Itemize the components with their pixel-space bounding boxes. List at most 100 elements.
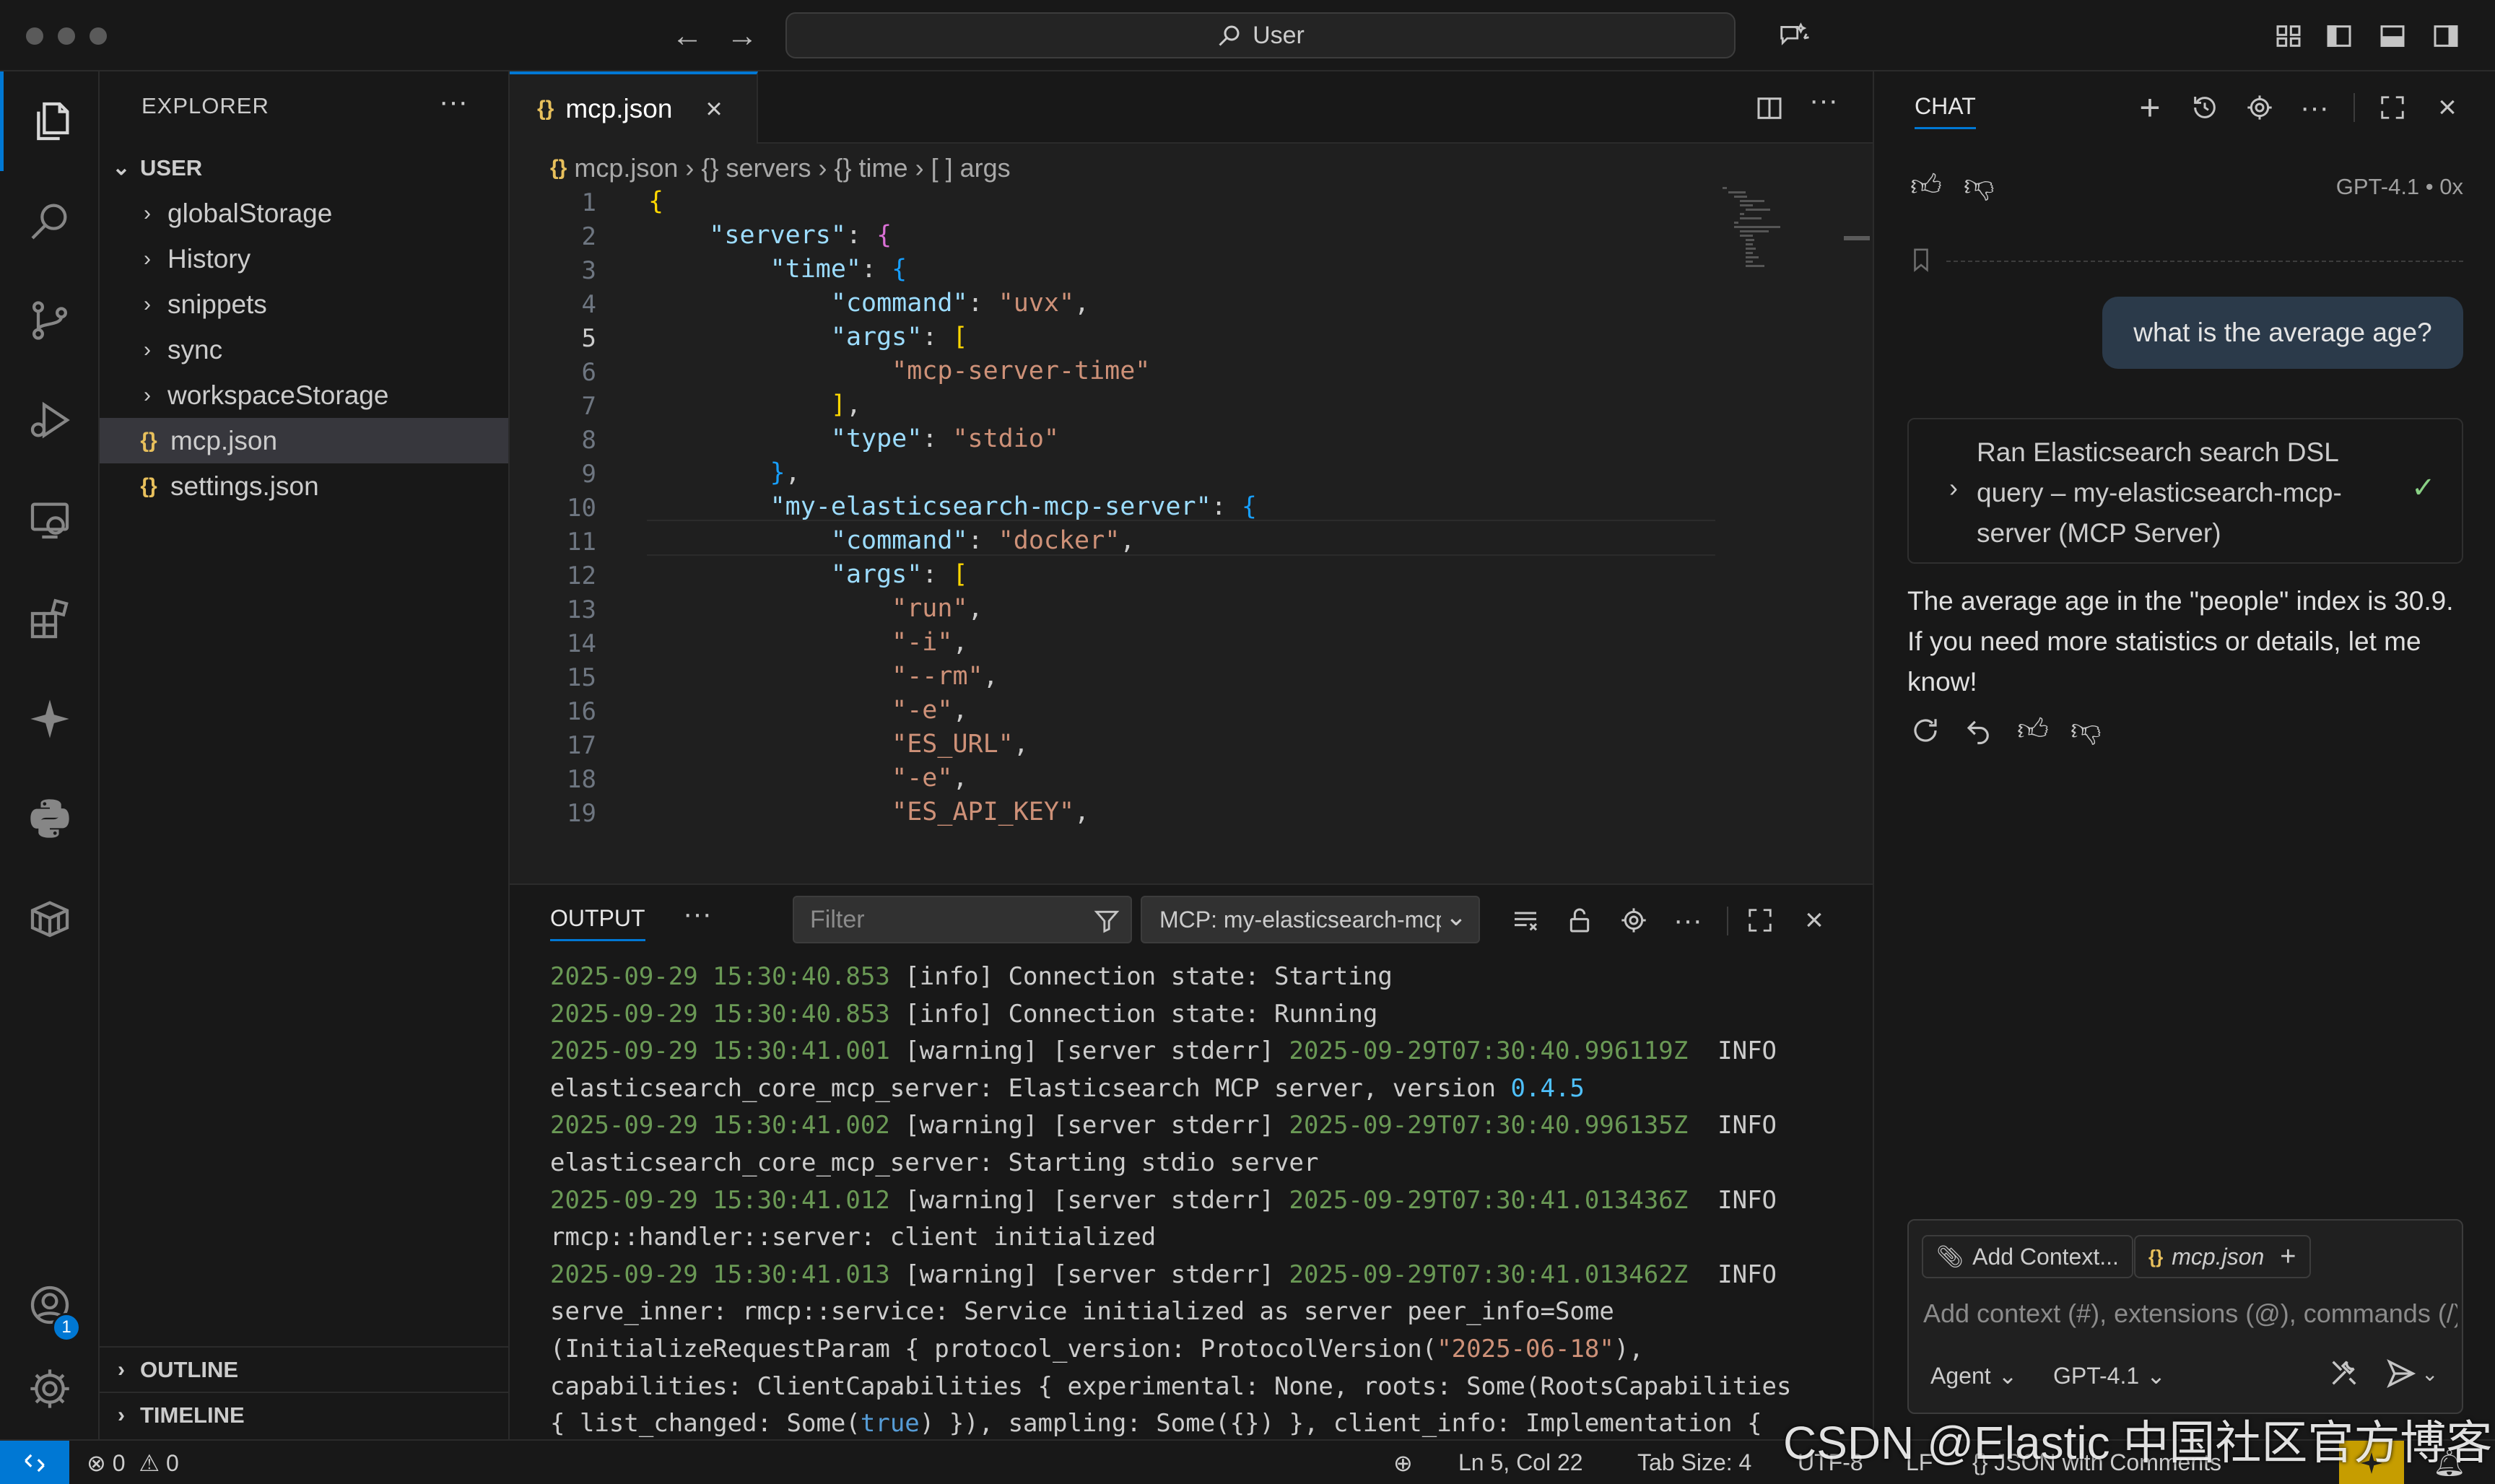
minimap-line [1746, 256, 1759, 258]
thumbs-down-icon[interactable]: 👎︎ [2071, 712, 2102, 748]
timeline-section[interactable]: › TIMELINE [100, 1392, 508, 1437]
source-control-icon[interactable] [0, 271, 100, 370]
editor-tab-mcp-json[interactable]: {} mcp.json × [510, 71, 758, 144]
tree-item-label: sync [167, 334, 223, 365]
maximize-panel-icon[interactable] [1741, 901, 1780, 940]
tree-item-folder[interactable]: › snippets [100, 281, 508, 327]
chat-input-box[interactable]: 📎︎ Add Context... {} mcp.json + Add cont… [1907, 1219, 2463, 1414]
chat-input-field[interactable]: Add context (#), extensions (@), command… [1923, 1298, 2457, 1329]
tree-root-user[interactable]: ⌄ USER [100, 145, 508, 191]
close-icon[interactable]: × [1795, 901, 1834, 940]
clear-output-icon[interactable] [1506, 901, 1545, 940]
add-context-button[interactable]: 📎︎ Add Context... [1922, 1235, 2133, 1278]
activity-bar: 1 [0, 71, 100, 1439]
forward-arrow-icon[interactable]: → [720, 14, 764, 58]
code-line: ], [830, 390, 862, 419]
window-minimize-button[interactable] [58, 27, 75, 45]
output-channel-select[interactable]: MCP: my-elasticsearch-mcp-server ⌄ [1141, 896, 1480, 943]
code-editor[interactable]: 1 2 3 4 5 6 7 8 9 10 11 12 13 14 15 16 17 18 19 { "servers… [510, 187, 1873, 880]
chevron-right-icon: › [144, 383, 151, 407]
python-icon[interactable] [0, 769, 100, 868]
tree-item-folder[interactable]: › sync [100, 327, 508, 372]
chat-title[interactable]: CHAT [1915, 93, 1976, 129]
breadcrumb-item[interactable]: mcp.json [574, 153, 678, 183]
filter-icon[interactable] [1093, 907, 1120, 935]
plus-icon[interactable]: + [2280, 1241, 2296, 1273]
thumbs-up-icon[interactable]: 👍︎ [1910, 168, 1942, 204]
tree-item-file[interactable]: {} settings.json [100, 463, 508, 509]
minimap[interactable] [1723, 187, 1867, 360]
chevron-right-icon: › [144, 201, 151, 225]
gear-icon[interactable] [2239, 87, 2280, 128]
output-panel: OUTPUT ··· Filter MCP: my-elasticsearch-… [510, 883, 1873, 1439]
layout-customize-icon[interactable] [2268, 16, 2309, 56]
context-file-chip[interactable]: {} mcp.json + [2134, 1235, 2311, 1278]
line-number: 15 [567, 663, 596, 692]
editor-scrollbar[interactable] [1844, 236, 1870, 240]
code-line: "type": "stdio" [830, 424, 1059, 453]
tab-size[interactable]: Tab Size: 4 [1637, 1449, 1751, 1476]
problems-indicator[interactable]: ⊗ 0 ⚠ 0 [87, 1449, 179, 1477]
history-icon[interactable] [2185, 87, 2225, 128]
thumbs-up-icon[interactable]: 👍︎ [2017, 712, 2049, 748]
more-icon[interactable]: ··· [1668, 901, 1707, 940]
tree-item-label: globalStorage [167, 198, 333, 228]
window-close-button[interactable] [26, 27, 43, 45]
run-debug-icon[interactable] [0, 370, 100, 470]
toggle-primary-sidebar-icon[interactable] [2319, 16, 2359, 56]
tree-item-file[interactable]: {} mcp.json [100, 418, 508, 463]
maximize-icon[interactable] [2372, 87, 2413, 128]
undo-icon[interactable] [1964, 715, 1994, 749]
model-picker[interactable]: GPT-4.1 ⌄ [2053, 1362, 2166, 1389]
remote-explorer-icon[interactable] [0, 470, 100, 569]
split-editor-icon[interactable] [1751, 90, 1788, 126]
command-center-search[interactable]: User [785, 12, 1736, 58]
new-chat-plus-icon[interactable]: + [2130, 87, 2170, 128]
toggle-panel-icon[interactable] [2372, 16, 2413, 56]
line-number: 10 [567, 494, 596, 523]
copilot-sparkle-icon[interactable] [0, 669, 100, 769]
explorer-more-actions[interactable]: ··· [439, 86, 468, 118]
send-icon[interactable]: ⌄ [2385, 1358, 2438, 1389]
editor-more-actions-icon[interactable]: ··· [1809, 84, 1838, 117]
remote-indicator-icon[interactable] [0, 1441, 69, 1484]
output-filter-input[interactable]: Filter [793, 896, 1132, 943]
tools-icon[interactable] [2328, 1356, 2361, 1393]
breadcrumb-item[interactable]: time [859, 153, 908, 183]
tree-item-folder[interactable]: › globalStorage [100, 191, 508, 236]
gear-icon[interactable] [1614, 901, 1653, 940]
retry-icon[interactable] [1910, 715, 1941, 749]
line-number: 17 [567, 731, 596, 760]
zoom-icon[interactable]: ⊕ [1393, 1449, 1413, 1477]
code-line: "servers": { [709, 221, 892, 250]
tree-item-folder[interactable]: › History [100, 236, 508, 281]
window-zoom-button[interactable] [90, 27, 107, 45]
more-icon[interactable]: ··· [2294, 87, 2335, 128]
explorer-icon[interactable] [0, 71, 100, 171]
close-icon[interactable]: × [2427, 87, 2468, 128]
lock-scroll-icon[interactable] [1560, 901, 1599, 940]
cursor-position[interactable]: Ln 5, Col 22 [1458, 1449, 1583, 1476]
tab-output[interactable]: OUTPUT [550, 905, 645, 941]
extensions-icon[interactable] [0, 569, 100, 669]
code-line: "-e", [892, 696, 968, 725]
editor-group: {} mcp.json × ··· {} mcp.json › {} serve… [510, 71, 1873, 883]
toggle-secondary-sidebar-icon[interactable] [2426, 16, 2466, 56]
tool-call-result[interactable]: › Ran Elasticsearch search DSL query – m… [1907, 418, 2463, 564]
log-line: capabilities: ClientCapabilities { exper… [550, 1371, 1792, 1401]
thumbs-down-icon[interactable]: 👎︎ [1964, 168, 1995, 204]
agent-mode-picker[interactable]: Agent ⌄ [1930, 1362, 2017, 1389]
back-arrow-icon[interactable]: ← [666, 14, 709, 58]
breadcrumb-item[interactable]: args [960, 153, 1011, 183]
breadcrumb-item[interactable]: servers [726, 153, 811, 183]
close-icon[interactable]: × [705, 93, 722, 126]
manage-gear-icon[interactable] [0, 1339, 100, 1439]
outline-section[interactable]: › OUTLINE [100, 1346, 508, 1392]
containers-icon[interactable] [0, 868, 100, 968]
search-icon[interactable] [0, 171, 100, 271]
output-log[interactable]: 2025-09-29 15:30:40.853 [info] Connectio… [550, 959, 1850, 1443]
copilot-sparkle-icon[interactable] [1762, 16, 1826, 56]
panel-more-actions[interactable]: ··· [683, 898, 712, 930]
tree-item-folder[interactable]: › workspaceStorage [100, 372, 508, 418]
chevron-down-icon: ⌄ [112, 156, 131, 180]
